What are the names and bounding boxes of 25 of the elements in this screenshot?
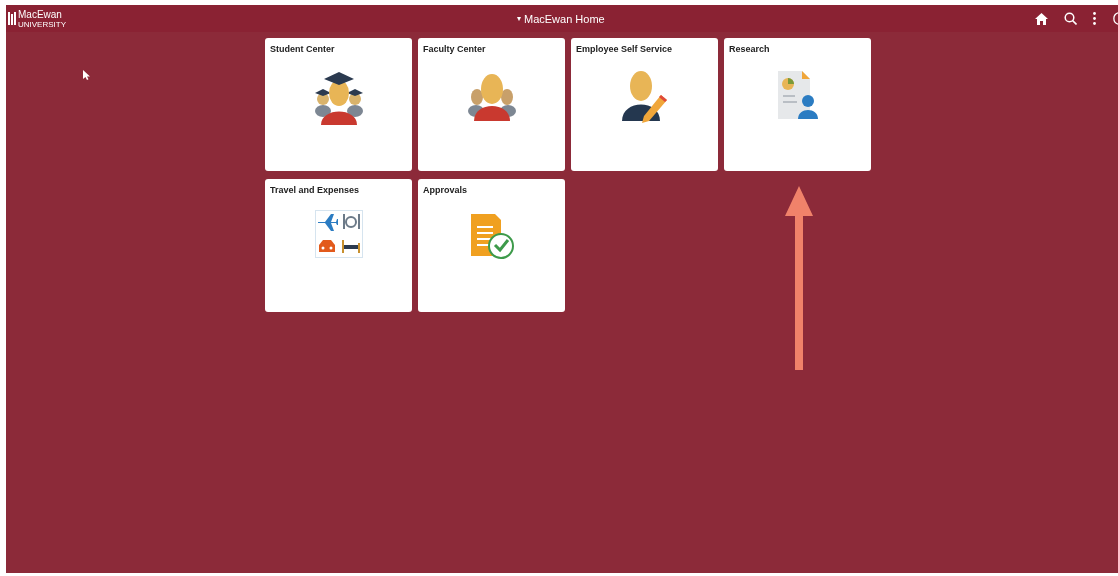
tile-title: Travel and Expenses: [270, 184, 361, 197]
homepage-tile[interactable]: Research: [724, 38, 871, 171]
logo-name: MacEwan: [18, 8, 63, 20]
person-with-pencil-icon: [620, 68, 669, 123]
more-options-icon[interactable]: [1093, 12, 1096, 25]
home-icon[interactable]: [1035, 12, 1048, 25]
tile-title: Approvals: [423, 184, 468, 197]
travel-icon: [314, 209, 363, 258]
homepage-tile[interactable]: Travel and Expenses: [265, 179, 412, 312]
homepage-tile[interactable]: Student Center: [265, 38, 412, 171]
tile-title: Faculty Center: [423, 43, 487, 56]
logo-subtitle: UNIVERSITY: [18, 19, 66, 29]
page-title: MacEwan Home: [524, 12, 605, 27]
home-title-menu[interactable]: ▾ MacEwan Home: [517, 11, 605, 28]
tile-title: Student Center: [270, 43, 336, 56]
tile-title: Employee Self Service: [576, 43, 674, 56]
homepage-tile[interactable]: Faculty Center: [418, 38, 565, 171]
tile-title: Research: [729, 43, 771, 56]
report-with-person-icon: [775, 68, 820, 121]
logo-mark-icon: [8, 12, 16, 25]
homepage-tile[interactable]: Employee Self Service: [571, 38, 718, 171]
homepage-tile[interactable]: Approvals: [418, 179, 565, 312]
mouse-cursor-icon: [83, 70, 90, 80]
caret-icon: ▾: [517, 13, 521, 26]
search-icon[interactable]: [1064, 12, 1077, 25]
